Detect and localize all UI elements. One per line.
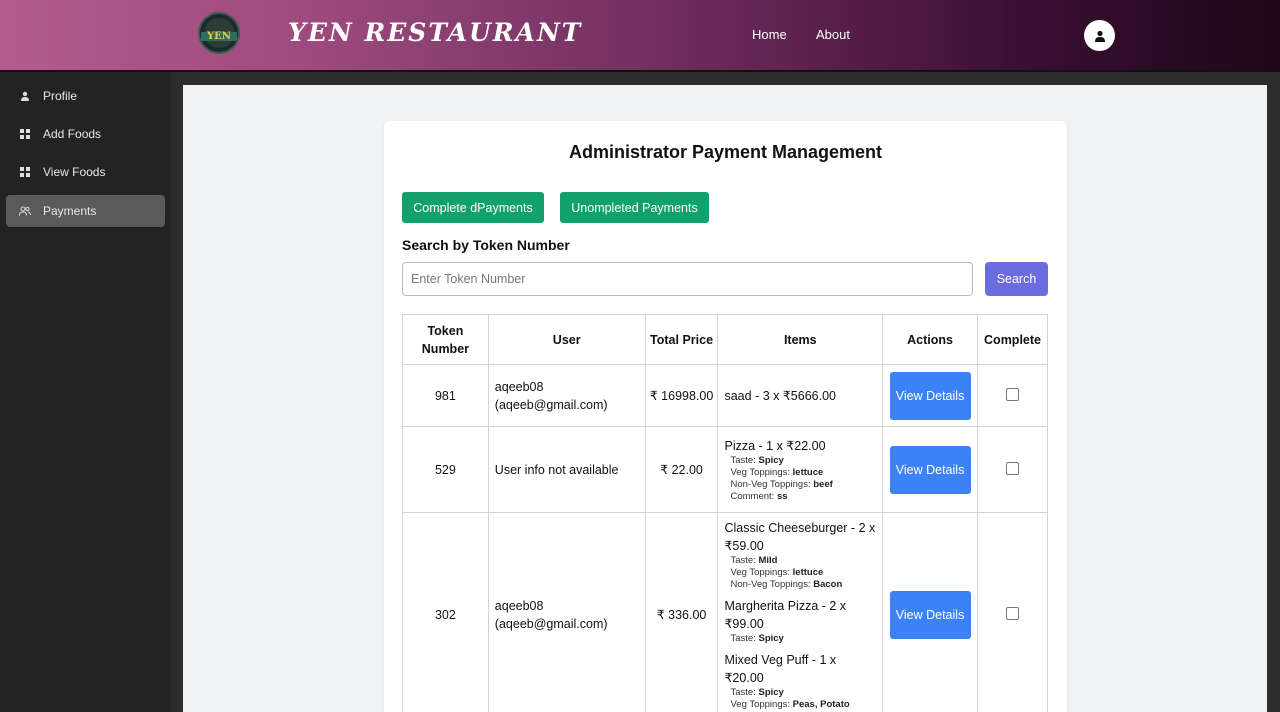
table-row: 981 aqeeb08 (aqeeb@gmail.com) ₹ 16998.00… bbox=[402, 364, 1048, 427]
grid-icon bbox=[19, 128, 31, 140]
item-nonveg-toppings: Non-Veg Toppings: Bacon bbox=[730, 579, 843, 590]
view-details-button[interactable]: View Details bbox=[889, 591, 971, 639]
item-block: Classic Cheeseburger - 2 x ₹59.00 Taste:… bbox=[724, 519, 876, 591]
token-number: 529 bbox=[402, 426, 489, 513]
item-taste: Taste: Mild bbox=[730, 555, 778, 566]
table-row: 529 User info not available ₹ 22.00 Pizz… bbox=[402, 426, 1048, 513]
uncompleted-payments-button[interactable]: Unompleted Payments bbox=[560, 192, 709, 223]
item-taste: Taste: Spicy bbox=[730, 633, 784, 644]
user-cell: aqeeb08 (aqeeb@gmail.com) bbox=[487, 364, 646, 427]
total-price: ₹ 16998.00 bbox=[644, 364, 719, 427]
item-line: saad - 3 x ₹5666.00 bbox=[724, 388, 836, 403]
user-cell: aqeeb08 (aqeeb@gmail.com) bbox=[487, 512, 646, 712]
sidebar-item-label: Payments bbox=[43, 204, 97, 218]
item-taste: Taste: Spicy bbox=[730, 454, 784, 466]
header-total-price: Total Price bbox=[644, 314, 719, 365]
restaurant-logo[interactable]: YEN bbox=[195, 12, 243, 56]
item-taste: Taste: Spicy bbox=[730, 687, 784, 698]
items-cell: Pizza - 1 x ₹22.00 Taste: Spicy Veg Topp… bbox=[717, 426, 884, 513]
complete-checkbox[interactable] bbox=[1006, 607, 1019, 620]
item-block: Mixed Veg Puff - 1 x ₹20.00 Taste: Spicy… bbox=[724, 651, 876, 711]
header-complete: Complete bbox=[977, 314, 1048, 365]
sidebar-item-label: Profile bbox=[43, 89, 78, 103]
sidebar-item-label: View Foods bbox=[43, 165, 106, 179]
item-line: Margherita Pizza - 2 x ₹99.00 bbox=[724, 599, 847, 631]
item-veg-toppings: Veg Toppings: lettuce bbox=[730, 466, 824, 478]
item-veg-toppings: Veg Toppings: lettuce bbox=[730, 567, 824, 578]
users-icon bbox=[19, 205, 31, 217]
search-label: Search by Token Number bbox=[402, 237, 570, 253]
complete-payments-button[interactable]: Complete dPayments bbox=[402, 192, 544, 223]
page-title: Administrator Payment Management bbox=[568, 142, 883, 162]
header-token: Token Number bbox=[402, 314, 489, 365]
token-number: 981 bbox=[402, 364, 489, 427]
nav-about-link[interactable]: About bbox=[816, 27, 850, 42]
table-row: 302 aqeeb08 (aqeeb@gmail.com) ₹ 336.00 C… bbox=[402, 512, 1048, 712]
nav-home-link[interactable]: Home bbox=[752, 27, 787, 42]
item-veg-toppings: Veg Toppings: Peas, Potato bbox=[730, 699, 850, 710]
items-cell: saad - 3 x ₹5666.00 bbox=[717, 364, 884, 427]
view-details-button[interactable]: View Details bbox=[889, 445, 971, 494]
header-items: Items bbox=[717, 314, 884, 365]
item-nonveg-toppings: Non-Veg Toppings: beef bbox=[730, 478, 833, 490]
complete-checkbox[interactable] bbox=[1006, 387, 1019, 401]
complete-checkbox[interactable] bbox=[1006, 461, 1019, 475]
view-details-button[interactable]: View Details bbox=[889, 371, 971, 420]
person-icon bbox=[19, 90, 31, 102]
token-number: 302 bbox=[402, 512, 489, 712]
item-comment: Comment: ss bbox=[730, 490, 788, 502]
sidebar-item-payments[interactable]: Payments bbox=[6, 195, 165, 227]
user-cell: User info not available bbox=[487, 426, 646, 513]
sidebar-item-label: Add Foods bbox=[43, 127, 102, 141]
brand-title: YEN RESTAURANT bbox=[288, 18, 583, 47]
payments-table: Token Number User Total Price Items Acti… bbox=[402, 314, 1048, 712]
svg-text:YEN: YEN bbox=[206, 31, 231, 42]
person-icon bbox=[1094, 30, 1105, 42]
user-avatar-button[interactable] bbox=[1084, 20, 1115, 51]
grid-icon bbox=[19, 166, 31, 178]
total-price: ₹ 336.00 bbox=[644, 512, 719, 712]
sidebar: Profile Add Foods View Foods Payments bbox=[0, 72, 171, 712]
top-header: YEN YEN RESTAURANT Home About bbox=[0, 0, 1280, 72]
item-block: Margherita Pizza - 2 x ₹99.00 Taste: Spi… bbox=[724, 597, 876, 645]
header-actions: Actions bbox=[882, 314, 979, 365]
token-search-input[interactable]: Enter Token Number bbox=[402, 262, 973, 296]
items-cell: Classic Cheeseburger - 2 x ₹59.00 Taste:… bbox=[717, 512, 884, 712]
item-line: Mixed Veg Puff - 1 x ₹20.00 bbox=[724, 653, 837, 685]
search-button[interactable]: Search bbox=[985, 262, 1048, 296]
header-user: User bbox=[487, 314, 646, 365]
total-price: ₹ 22.00 bbox=[644, 426, 719, 513]
sidebar-item-profile[interactable]: Profile bbox=[6, 80, 165, 112]
item-line: Pizza - 1 x ₹22.00 bbox=[724, 438, 826, 453]
item-line: Classic Cheeseburger - 2 x ₹59.00 bbox=[724, 521, 876, 553]
